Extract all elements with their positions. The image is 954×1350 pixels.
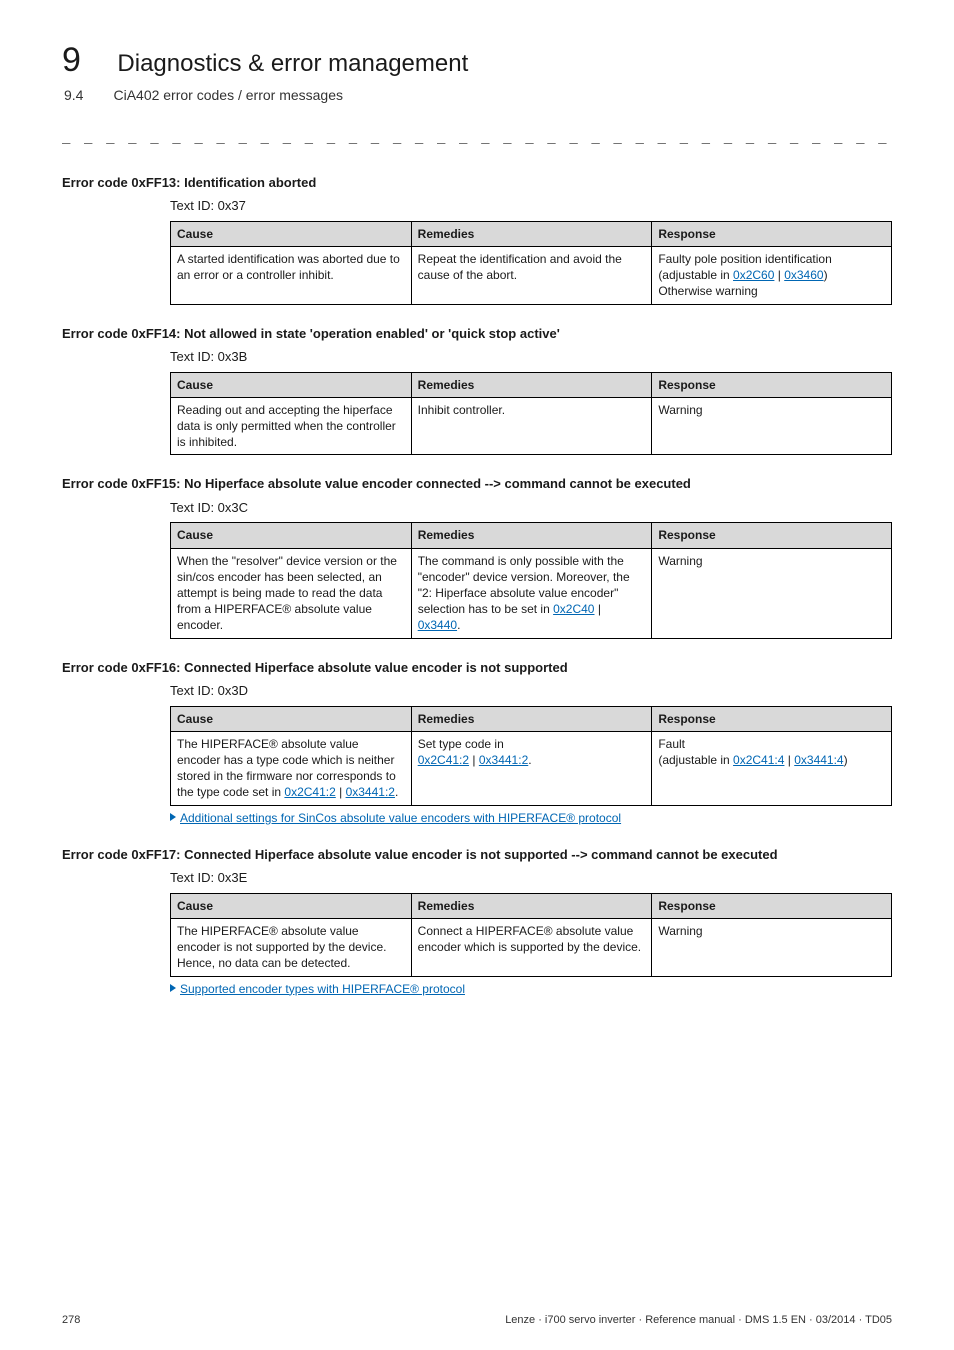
cell-remedies: Set type code in 0x2C41:2 | 0x3441:2. bbox=[411, 731, 652, 805]
cell-response: Faulty pole position identification (adj… bbox=[652, 246, 892, 304]
link-0x3441-2[interactable]: 0x3441:2 bbox=[346, 785, 395, 799]
cell-remedies: Connect a HIPERFACE® absolute value enco… bbox=[411, 919, 652, 977]
doc-footer: Lenze · i700 servo inverter · Reference … bbox=[505, 1313, 892, 1328]
cell-cause: The HIPERFACE® absolute value encoder ha… bbox=[171, 731, 412, 805]
col-remedies: Remedies bbox=[411, 523, 652, 548]
table-row: The HIPERFACE® absolute value encoder is… bbox=[171, 919, 892, 977]
col-cause: Cause bbox=[171, 372, 412, 397]
text-id: Text ID: 0x3B bbox=[170, 348, 892, 366]
col-remedies: Remedies bbox=[411, 893, 652, 918]
link-0x2c41-2[interactable]: 0x2C41:2 bbox=[284, 785, 335, 799]
link-0x3460[interactable]: 0x3460 bbox=[784, 268, 823, 282]
cell-remedies: Repeat the identification and avoid the … bbox=[411, 246, 652, 304]
cell-cause: When the "resolver" device version or th… bbox=[171, 548, 412, 638]
cell-response: Fault (adjustable in 0x2C41:4 | 0x3441:4… bbox=[652, 731, 892, 805]
cell-remedies: The command is only possible with the "e… bbox=[411, 548, 652, 638]
arrow-right-icon bbox=[170, 813, 176, 821]
table-row: A started identification was aborted due… bbox=[171, 246, 892, 304]
text-id: Text ID: 0x3D bbox=[170, 682, 892, 700]
table-row: When the "resolver" device version or th… bbox=[171, 548, 892, 638]
arrow-right-icon bbox=[170, 984, 176, 992]
col-response: Response bbox=[652, 523, 892, 548]
cell-response: Warning bbox=[652, 397, 892, 455]
link-additional-settings[interactable]: Additional settings for SinCos absolute … bbox=[180, 811, 621, 825]
link-supported-encoder-types[interactable]: Supported encoder types with HIPERFACE® … bbox=[180, 982, 465, 996]
col-remedies: Remedies bbox=[411, 372, 652, 397]
cell-cause: Reading out and accepting the hiperface … bbox=[171, 397, 412, 455]
error-heading-ff15: Error code 0xFF15: No Hiperface absolute… bbox=[62, 475, 892, 493]
table-row: The HIPERFACE® absolute value encoder ha… bbox=[171, 731, 892, 805]
text-id: Text ID: 0x37 bbox=[170, 197, 892, 215]
table-row: Reading out and accepting the hiperface … bbox=[171, 397, 892, 455]
chapter-title: Diagnostics & error management bbox=[117, 48, 468, 80]
error-heading-ff17: Error code 0xFF17: Connected Hiperface a… bbox=[62, 846, 892, 864]
link-0x2c41-2[interactable]: 0x2C41:2 bbox=[418, 753, 469, 767]
section-title: CiA402 error codes / error messages bbox=[113, 86, 343, 105]
text-id: Text ID: 0x3C bbox=[170, 499, 892, 517]
link-0x3441-4[interactable]: 0x3441:4 bbox=[794, 753, 843, 767]
col-cause: Cause bbox=[171, 221, 412, 246]
link-0x3441-2[interactable]: 0x3441:2 bbox=[479, 753, 528, 767]
col-response: Response bbox=[652, 221, 892, 246]
error-heading-ff16: Error code 0xFF16: Connected Hiperface a… bbox=[62, 659, 892, 677]
cell-response: Warning bbox=[652, 548, 892, 638]
error-table: Cause Remedies Response The HIPERFACE® a… bbox=[170, 706, 892, 806]
error-table: Cause Remedies Response When the "resolv… bbox=[170, 522, 892, 638]
error-heading-ff14: Error code 0xFF14: Not allowed in state … bbox=[62, 325, 892, 343]
col-response: Response bbox=[652, 706, 892, 731]
section-number: 9.4 bbox=[62, 86, 83, 105]
link-0x2c60[interactable]: 0x2C60 bbox=[733, 268, 774, 282]
link-0x2c40[interactable]: 0x2C40 bbox=[553, 602, 594, 616]
cell-remedies: Inhibit controller. bbox=[411, 397, 652, 455]
cell-cause: A started identification was aborted due… bbox=[171, 246, 412, 304]
col-cause: Cause bbox=[171, 523, 412, 548]
error-table: Cause Remedies Response The HIPERFACE® a… bbox=[170, 893, 892, 977]
link-0x3440[interactable]: 0x3440 bbox=[418, 618, 457, 632]
col-remedies: Remedies bbox=[411, 706, 652, 731]
col-cause: Cause bbox=[171, 706, 412, 731]
text-id: Text ID: 0x3E bbox=[170, 869, 892, 887]
col-cause: Cause bbox=[171, 893, 412, 918]
separator-dashes: _ _ _ _ _ _ _ _ _ _ _ _ _ _ _ _ _ _ _ _ … bbox=[62, 127, 892, 146]
error-table: Cause Remedies Response A started identi… bbox=[170, 221, 892, 305]
link-0x2c41-4[interactable]: 0x2C41:4 bbox=[733, 753, 784, 767]
chapter-number: 9 bbox=[62, 38, 81, 84]
col-response: Response bbox=[652, 372, 892, 397]
col-response: Response bbox=[652, 893, 892, 918]
cell-cause: The HIPERFACE® absolute value encoder is… bbox=[171, 919, 412, 977]
col-remedies: Remedies bbox=[411, 221, 652, 246]
error-table: Cause Remedies Response Reading out and … bbox=[170, 372, 892, 456]
error-heading-ff13: Error code 0xFF13: Identification aborte… bbox=[62, 174, 892, 192]
page-number: 278 bbox=[62, 1313, 80, 1328]
cell-response: Warning bbox=[652, 919, 892, 977]
